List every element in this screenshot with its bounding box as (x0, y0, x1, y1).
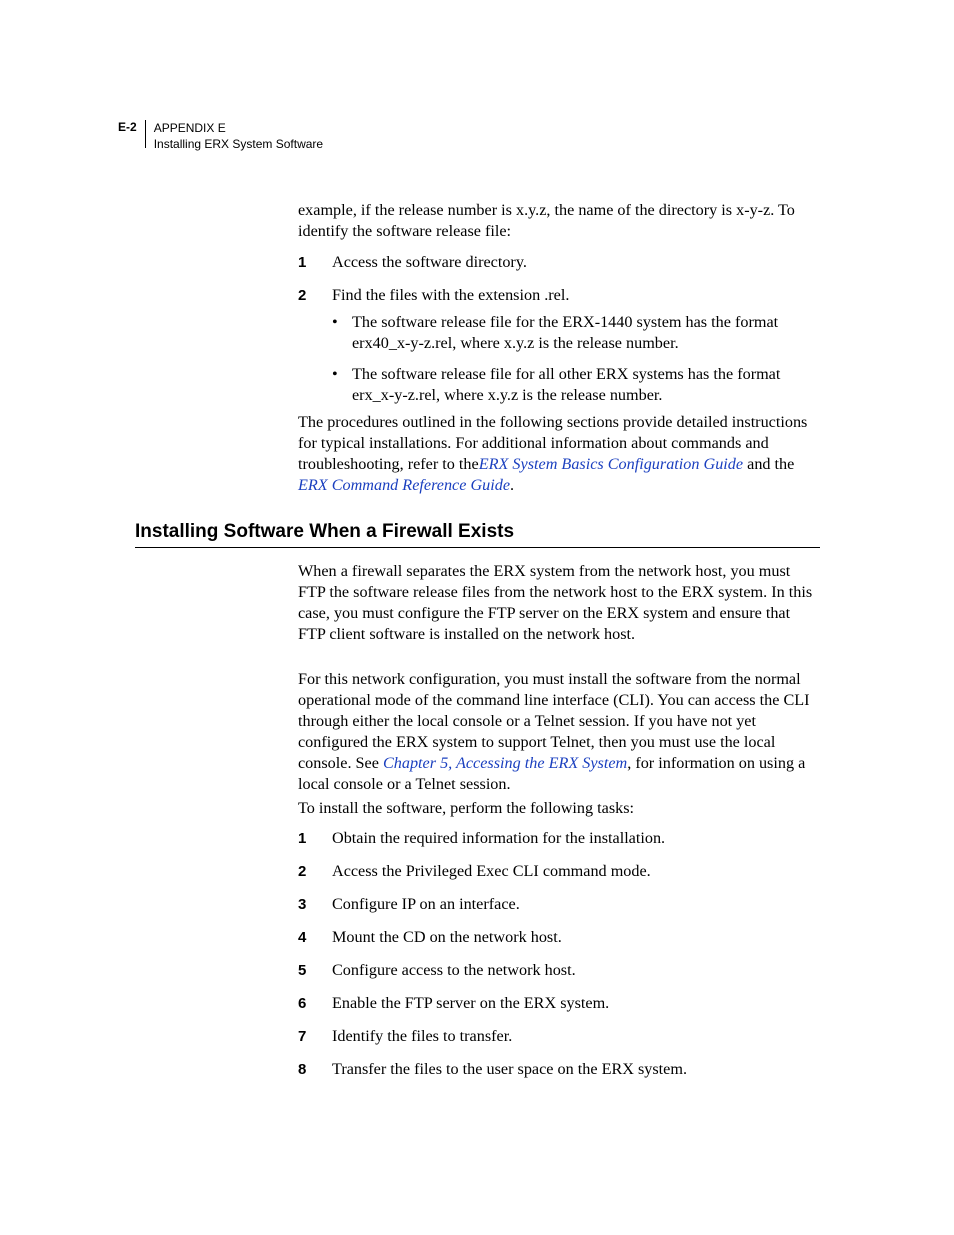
header-title: Installing ERX System Software (154, 136, 323, 152)
header-divider (145, 120, 146, 148)
list-item: 2Find the files with the extension .rel. (298, 285, 820, 306)
list-item: 1Access the software directory. (298, 252, 820, 273)
list-item: The software release file for the ERX-14… (332, 312, 820, 354)
section-paragraph-1: When a firewall separates the ERX system… (298, 561, 820, 645)
running-header: E-2 APPENDIX E Installing ERX System Sof… (118, 120, 323, 152)
section-heading-rule (135, 547, 820, 548)
intro-paragraph: example, if the release number is x.y.z,… (298, 200, 820, 242)
list-item: 2Access the Privileged Exec CLI command … (298, 861, 820, 882)
link-chapter-5[interactable]: Chapter 5, Accessing the ERX System (383, 754, 627, 772)
page-number: E-2 (118, 120, 145, 134)
page: E-2 APPENDIX E Installing ERX System Sof… (0, 0, 954, 1235)
header-text: APPENDIX E Installing ERX System Softwar… (154, 120, 323, 152)
list-item: 6Enable the FTP server on the ERX system… (298, 993, 820, 1014)
header-appendix: APPENDIX E (154, 120, 323, 136)
identify-steps: 1Access the software directory. 2Find th… (298, 252, 820, 318)
procedures-paragraph: The procedures outlined in the following… (298, 412, 820, 496)
list-item: The software release file for all other … (332, 364, 820, 406)
list-item: 7Identify the files to transfer. (298, 1026, 820, 1047)
list-item: 1Obtain the required information for the… (298, 828, 820, 849)
section-paragraph-2: For this network configuration, you must… (298, 669, 820, 795)
section-heading: Installing Software When a Firewall Exis… (135, 521, 514, 543)
list-item: 3Configure IP on an interface. (298, 894, 820, 915)
list-item: 4Mount the CD on the network host. (298, 927, 820, 948)
list-item: 8Transfer the files to the user space on… (298, 1059, 820, 1080)
install-tasks: 1Obtain the required information for the… (298, 828, 820, 1093)
link-command-reference-guide[interactable]: ERX Command Reference Guide (298, 476, 510, 494)
release-file-bullets: The software release file for the ERX-14… (298, 312, 820, 416)
section-paragraph-3: To install the software, perform the fol… (298, 798, 820, 819)
list-item: 5Configure access to the network host. (298, 960, 820, 981)
link-system-basics-guide[interactable]: ERX System Basics Configuration Guide (479, 455, 743, 473)
